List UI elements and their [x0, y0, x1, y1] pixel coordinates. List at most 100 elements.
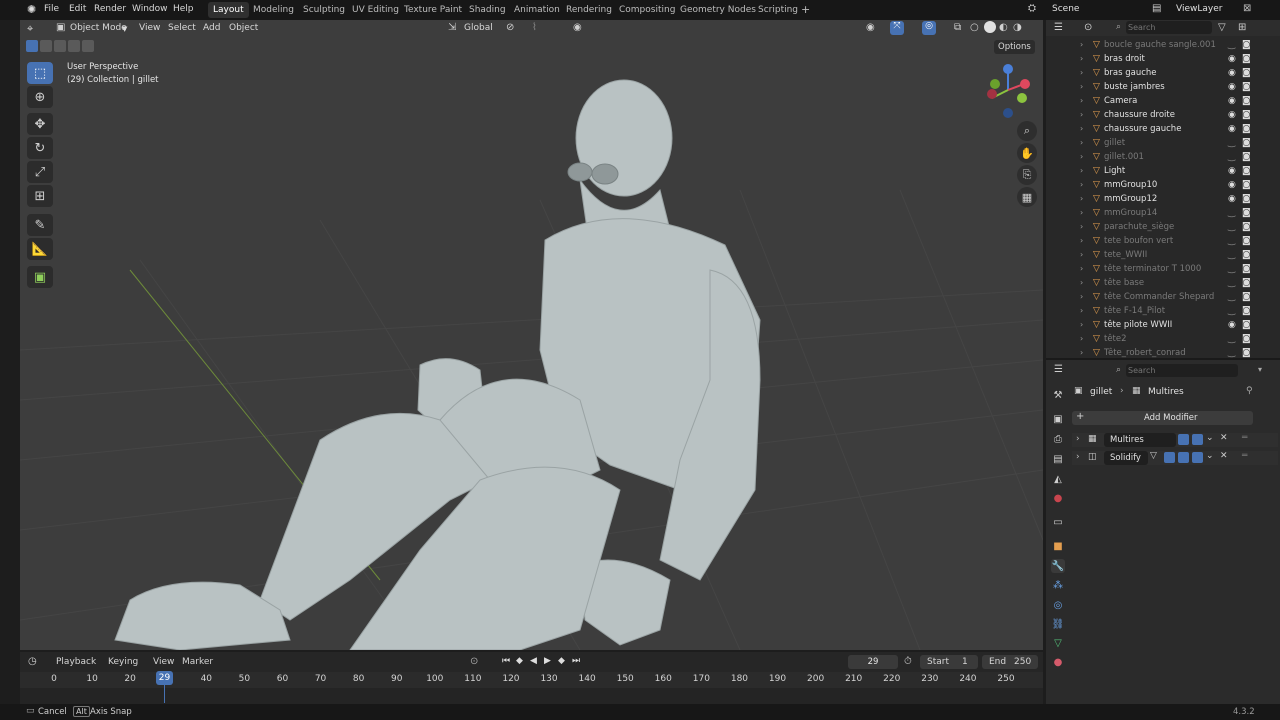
- render-camera-icon[interactable]: ◙: [1242, 306, 1251, 316]
- render-camera-icon[interactable]: ◙: [1242, 194, 1251, 204]
- render-camera-icon[interactable]: ◙: [1242, 348, 1251, 358]
- chevron-right-icon[interactable]: ›: [1080, 236, 1083, 245]
- data-tab-icon[interactable]: ▽: [1051, 636, 1065, 650]
- overlays-toggle-icon[interactable]: ◎: [922, 21, 936, 35]
- outliner-item[interactable]: › ▽ parachute_siège ‿ ◙: [1046, 220, 1280, 234]
- filter-icon[interactable]: ▽: [1218, 22, 1226, 33]
- chevron-right-icon[interactable]: ›: [1076, 434, 1080, 444]
- pan-hand-icon[interactable]: ✋: [1017, 143, 1037, 163]
- outliner-item[interactable]: › ▽ gillet.001 ‿ ◙: [1046, 150, 1280, 164]
- editmode-toggle-icon[interactable]: [1164, 452, 1175, 463]
- modifier-multires[interactable]: › ▦ Multires ⌄ ✕ ═: [1072, 433, 1278, 447]
- menu-file[interactable]: File: [44, 4, 59, 14]
- tab-sculpting[interactable]: Sculpting: [298, 2, 350, 18]
- render-toggle-icon[interactable]: [1192, 452, 1203, 463]
- hidden-eye-icon[interactable]: ‿: [1228, 306, 1235, 316]
- chevron-right-icon[interactable]: ›: [1080, 110, 1083, 119]
- outliner-item[interactable]: › ▽ buste jambres ◉ ◙: [1046, 80, 1280, 94]
- menu-marker[interactable]: Marker: [182, 657, 213, 667]
- modifier-tab-icon[interactable]: 🔧: [1051, 559, 1065, 573]
- chevron-right-icon[interactable]: ›: [1080, 334, 1083, 343]
- jump-start-icon[interactable]: ⏮: [502, 656, 510, 666]
- eye-icon[interactable]: ◉: [1228, 166, 1236, 176]
- chevron-right-icon[interactable]: ›: [1080, 250, 1083, 259]
- eye-icon[interactable]: ◉: [1228, 194, 1236, 204]
- chevron-down-icon[interactable]: ▾: [1258, 365, 1262, 374]
- world-tab-icon[interactable]: ●: [1051, 491, 1065, 505]
- view-layer-selector[interactable]: ViewLayer: [1176, 4, 1222, 14]
- snap-icon[interactable]: ⌇: [532, 22, 537, 33]
- current-frame-field[interactable]: 29: [848, 655, 898, 669]
- outliner-item[interactable]: › ▽ mmGroup12 ◉ ◙: [1046, 192, 1280, 206]
- shading-rendered-icon[interactable]: ◑: [1013, 22, 1022, 33]
- eye-icon[interactable]: ◉: [1228, 68, 1236, 78]
- rotate-tool[interactable]: ↻: [27, 137, 53, 159]
- outliner-item[interactable]: › ▽ chaussure gauche ◉ ◙: [1046, 122, 1280, 136]
- oncage-toggle-icon[interactable]: ▽: [1150, 451, 1157, 461]
- hidden-eye-icon[interactable]: ‿: [1228, 208, 1235, 218]
- object-mode-dropdown[interactable]: Object Mode: [70, 23, 127, 33]
- render-camera-icon[interactable]: ◙: [1242, 40, 1251, 50]
- render-camera-icon[interactable]: ◙: [1242, 138, 1251, 148]
- eye-icon[interactable]: ◉: [1228, 54, 1236, 64]
- outliner-item[interactable]: › ▽ tete boufon vert ‿ ◙: [1046, 234, 1280, 248]
- hidden-eye-icon[interactable]: ‿: [1228, 152, 1235, 162]
- render-tab-icon[interactable]: ▣: [1051, 412, 1065, 426]
- realtime-toggle-icon[interactable]: [1192, 434, 1203, 445]
- select-new-icon[interactable]: [26, 40, 38, 52]
- render-camera-icon[interactable]: ◙: [1242, 208, 1251, 218]
- editmode-toggle-icon[interactable]: [1178, 434, 1189, 445]
- select-subtract-icon[interactable]: [54, 40, 66, 52]
- add-workspace-icon[interactable]: +: [801, 3, 810, 16]
- render-camera-icon[interactable]: ◙: [1242, 222, 1251, 232]
- chevron-down-icon[interactable]: ⌄: [1206, 451, 1214, 461]
- render-camera-icon[interactable]: ◙: [1242, 264, 1251, 274]
- tab-texture-paint[interactable]: Texture Paint: [399, 2, 467, 18]
- render-camera-icon[interactable]: ◙: [1242, 152, 1251, 162]
- render-camera-icon[interactable]: ◙: [1242, 96, 1251, 106]
- delete-modifier-icon[interactable]: ✕: [1220, 433, 1228, 443]
- object-tab-icon[interactable]: ■: [1051, 539, 1065, 553]
- realtime-toggle-icon[interactable]: [1178, 452, 1189, 463]
- outliner-item[interactable]: › ▽ tete_WWII ‿ ◙: [1046, 248, 1280, 262]
- chevron-down-icon[interactable]: ⌄: [1206, 433, 1214, 443]
- play-reverse-icon[interactable]: ◀: [530, 656, 537, 666]
- menu-select[interactable]: Select: [168, 23, 196, 33]
- tab-uv-editing[interactable]: UV Editing: [347, 2, 404, 18]
- perspective-toggle-icon[interactable]: ▦: [1017, 187, 1037, 207]
- chevron-right-icon[interactable]: ›: [1080, 222, 1083, 231]
- render-camera-icon[interactable]: ◙: [1242, 334, 1251, 344]
- chevron-right-icon[interactable]: ›: [1080, 152, 1083, 161]
- hidden-eye-icon[interactable]: ‿: [1228, 348, 1235, 358]
- shading-material-icon[interactable]: ◐: [999, 22, 1008, 33]
- tab-compositing[interactable]: Compositing: [614, 2, 680, 18]
- tab-geometry-nodes[interactable]: Geometry Nodes: [675, 2, 761, 18]
- chevron-right-icon[interactable]: ›: [1080, 68, 1083, 77]
- new-collection-icon[interactable]: ⊞: [1238, 22, 1246, 33]
- outliner-item[interactable]: › ▽ chaussure droite ◉ ◙: [1046, 108, 1280, 122]
- jump-end-icon[interactable]: ⏭: [572, 656, 580, 666]
- constraints-tab-icon[interactable]: ⛓: [1051, 617, 1065, 631]
- hidden-eye-icon[interactable]: ‿: [1228, 292, 1235, 302]
- record-icon[interactable]: ⊙: [470, 656, 478, 667]
- chevron-right-icon[interactable]: ›: [1080, 306, 1083, 315]
- measure-tool[interactable]: 📐: [27, 238, 53, 260]
- chevron-right-icon[interactable]: ›: [1080, 124, 1083, 133]
- transform-orientation-dropdown[interactable]: Global: [464, 23, 493, 33]
- close-icon[interactable]: ⊠: [1243, 3, 1251, 14]
- prev-keyframe-icon[interactable]: ◆: [516, 656, 523, 666]
- material-tab-icon[interactable]: ●: [1051, 655, 1065, 669]
- delete-modifier-icon[interactable]: ✕: [1220, 451, 1228, 461]
- render-camera-icon[interactable]: ◙: [1242, 180, 1251, 190]
- menu-add[interactable]: Add: [203, 23, 220, 33]
- shading-wireframe-icon[interactable]: ○: [970, 22, 979, 33]
- xray-icon[interactable]: ⧉: [954, 22, 961, 33]
- stopwatch-icon[interactable]: ⏱: [904, 656, 912, 667]
- select-intersect-icon[interactable]: [82, 40, 94, 52]
- 3d-viewport[interactable]: [20, 20, 1043, 650]
- render-camera-icon[interactable]: ◙: [1242, 236, 1251, 246]
- tab-layout[interactable]: Layout: [208, 2, 249, 18]
- display-mode-icon[interactable]: ⊙: [1084, 22, 1092, 33]
- eye-icon[interactable]: ◉: [1228, 180, 1236, 190]
- outliner-item[interactable]: › ▽ bras droit ◉ ◙: [1046, 52, 1280, 66]
